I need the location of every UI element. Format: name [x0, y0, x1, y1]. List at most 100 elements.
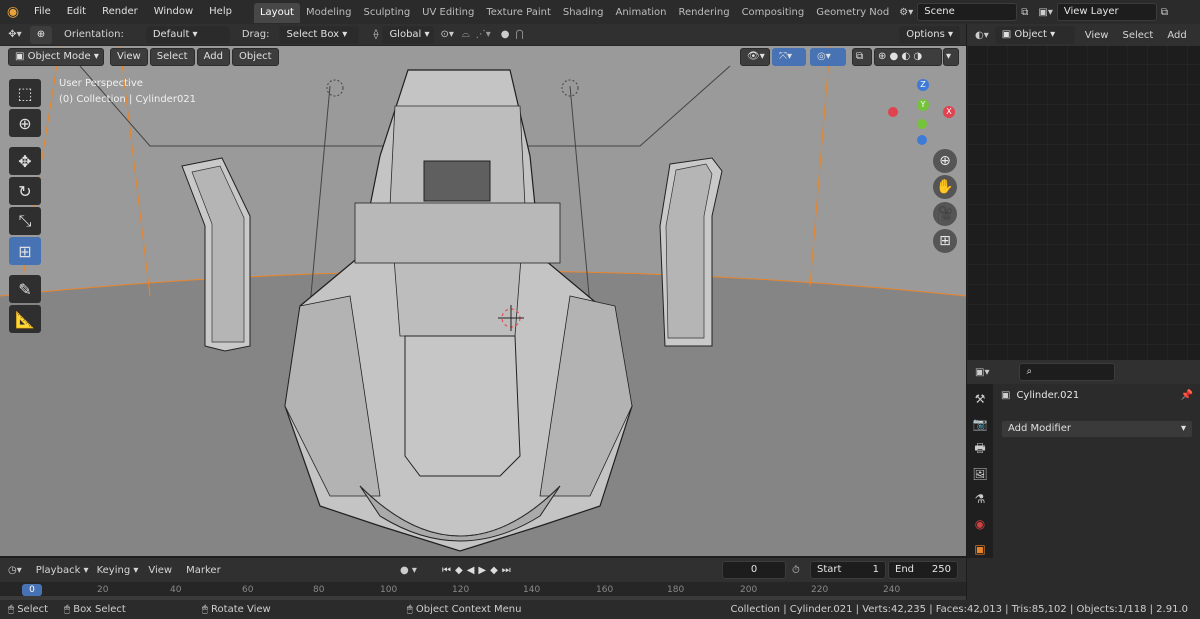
- snap-icon[interactable]: ⌓: [462, 29, 470, 40]
- options-dropdown[interactable]: Options ▾: [899, 25, 960, 44]
- snap-target-icon[interactable]: ⋰▾: [476, 29, 491, 40]
- scene-tab-icon[interactable]: ⚗: [970, 489, 990, 509]
- viewport-menu-select[interactable]: Select: [149, 48, 195, 66]
- shading-modes[interactable]: ⊕ ● ◐ ◑: [874, 48, 942, 66]
- view-perspective-label: User Perspective: [59, 78, 143, 89]
- editor-type-icon[interactable]: ◷▾: [8, 565, 22, 576]
- tool-icon[interactable]: ⚒: [970, 389, 990, 409]
- outliner-area[interactable]: [967, 24, 1200, 360]
- transform-tool-icon[interactable]: ⊞: [9, 237, 41, 265]
- pivot-icon[interactable]: ⊙▾: [440, 29, 453, 40]
- outliner-menu-view[interactable]: View: [1085, 30, 1109, 41]
- viewport-header: ▣ Object Mode ▾ View Select Add Object 👁…: [0, 46, 966, 68]
- menu-window[interactable]: Window: [146, 0, 201, 24]
- outliner-menu-add[interactable]: Add: [1167, 30, 1186, 41]
- end-frame-field[interactable]: End 250: [888, 561, 958, 579]
- mode-dropdown[interactable]: ▣ Object Mode ▾: [8, 48, 104, 66]
- gizmo-neg-z-icon[interactable]: [917, 135, 927, 145]
- overlay-toggle-icon[interactable]: ◎▾: [810, 48, 846, 66]
- transform-orientation-dropdown[interactable]: Global ▾: [382, 25, 435, 44]
- gizmo-z-icon[interactable]: Z: [917, 79, 929, 91]
- editor-type-icon[interactable]: ◐▾: [975, 30, 989, 41]
- viewport-menu-view[interactable]: View: [110, 48, 148, 66]
- visibility-icon[interactable]: 👁▾: [740, 48, 770, 66]
- select-tool-icon[interactable]: ⬚: [9, 79, 41, 107]
- gizmo-neg-x-icon[interactable]: [888, 107, 898, 117]
- scene-field[interactable]: Scene: [917, 3, 1018, 21]
- tab-rendering[interactable]: Rendering: [672, 3, 735, 23]
- tab-modeling[interactable]: Modeling: [300, 3, 358, 23]
- orientation-dropdown[interactable]: Default ▾: [145, 25, 230, 44]
- menu-file[interactable]: File: [26, 0, 59, 24]
- tab-layout[interactable]: Layout: [253, 3, 300, 23]
- scale-tool-icon[interactable]: ⤡: [9, 207, 41, 235]
- xray-icon[interactable]: ⧉: [852, 48, 872, 66]
- camera-view-icon[interactable]: 🎥: [933, 202, 957, 226]
- viewport-menu-add[interactable]: Add: [196, 48, 230, 66]
- pin-icon[interactable]: 📌: [1181, 390, 1193, 401]
- gizmo-neg-y-icon[interactable]: [917, 119, 927, 129]
- object-name-row: ▣ Cylinder.021 📌: [1001, 390, 1197, 401]
- view-layer-tab-icon[interactable]: 🖼: [970, 464, 990, 484]
- cursor-tool-icon[interactable]: ⊕: [9, 109, 41, 137]
- navigation-gizmo[interactable]: Z Y X: [884, 76, 960, 152]
- scene-icon[interactable]: ⚙▾: [899, 7, 913, 18]
- view-layer-icon[interactable]: ▣▾: [1038, 7, 1052, 18]
- timeline-menu-view[interactable]: View: [148, 565, 172, 576]
- drag-label: Drag:: [241, 29, 270, 40]
- viewport-menu-object[interactable]: Object: [231, 48, 279, 66]
- output-icon[interactable]: 🖶: [970, 439, 990, 459]
- timeline-menu-marker[interactable]: Marker: [186, 565, 221, 576]
- shading-options-icon[interactable]: ▾: [943, 48, 959, 66]
- gizmo-y-icon[interactable]: Y: [917, 99, 929, 111]
- playhead[interactable]: 0: [22, 584, 42, 596]
- zoom-icon[interactable]: ⊕: [933, 149, 957, 173]
- timeline-menu-playback[interactable]: Playback ▾: [36, 565, 89, 576]
- tab-texture-paint[interactable]: Texture Paint: [480, 3, 557, 23]
- tab-animation[interactable]: Animation: [610, 3, 673, 23]
- editor-type-icon[interactable]: ✥▾: [0, 29, 30, 40]
- falloff-icon[interactable]: ⋂: [516, 29, 524, 40]
- tab-uv-editing[interactable]: UV Editing: [416, 3, 480, 23]
- current-frame-field[interactable]: 0: [722, 561, 786, 579]
- new-scene-icon[interactable]: ⧉: [1021, 7, 1028, 18]
- menu-help[interactable]: Help: [201, 0, 240, 24]
- outliner-menu-select[interactable]: Select: [1122, 30, 1153, 41]
- timeline-ruler[interactable]: 0 20 40 60 80 100 120 140 160 180 200 22…: [0, 582, 966, 600]
- keyframe-record-icon[interactable]: ● ▾: [400, 565, 417, 576]
- proportional-edit-icon[interactable]: ●: [501, 29, 510, 40]
- timer-icon[interactable]: ⏱: [792, 565, 800, 576]
- ortho-toggle-icon[interactable]: ⊞: [933, 229, 957, 253]
- ruler-tick: 220: [811, 585, 829, 595]
- world-icon[interactable]: ◉: [970, 514, 990, 534]
- active-tool-icon[interactable]: ⊕: [30, 25, 52, 44]
- editor-type-icon[interactable]: ▣▾: [975, 367, 989, 378]
- rotate-tool-icon[interactable]: ↻: [9, 177, 41, 205]
- blender-logo-icon[interactable]: ◉: [0, 4, 26, 20]
- tab-compositing[interactable]: Compositing: [736, 3, 811, 23]
- gizmo-x-icon[interactable]: X: [943, 106, 955, 118]
- view-layer-field[interactable]: View Layer: [1056, 3, 1157, 21]
- tab-sculpting[interactable]: Sculpting: [357, 3, 416, 23]
- tab-geometry-nodes[interactable]: Geometry Nod: [810, 3, 895, 23]
- object-tab-icon[interactable]: ▣: [970, 539, 990, 559]
- 3d-viewport[interactable]: [0, 46, 966, 556]
- render-icon[interactable]: 📷: [970, 414, 990, 434]
- tab-shading[interactable]: Shading: [557, 3, 610, 23]
- add-modifier-dropdown[interactable]: Add Modifier ▾: [1001, 420, 1193, 438]
- pan-hand-icon[interactable]: ✋: [933, 175, 957, 199]
- outliner-mode-dropdown[interactable]: ▣ Object ▾: [994, 26, 1075, 44]
- timeline-menu-keying[interactable]: Keying ▾: [97, 565, 139, 576]
- properties-search-input[interactable]: ⌕: [1019, 363, 1116, 381]
- annotate-tool-icon[interactable]: ✎: [9, 275, 41, 303]
- new-view-layer-icon[interactable]: ⧉: [1161, 7, 1168, 18]
- ruler-tick: 40: [170, 585, 182, 595]
- gizmo-toggle-icon[interactable]: ⤧▾: [772, 48, 806, 66]
- menu-render[interactable]: Render: [94, 0, 146, 24]
- drag-dropdown[interactable]: Select Box ▾: [279, 25, 360, 44]
- menu-edit[interactable]: Edit: [59, 0, 94, 24]
- start-frame-field[interactable]: Start 1: [810, 561, 886, 579]
- measure-tool-icon[interactable]: 📐: [9, 305, 41, 333]
- move-tool-icon[interactable]: ✥: [9, 147, 41, 175]
- playback-controls[interactable]: ⏮◆◀▶◆⏭: [442, 565, 515, 576]
